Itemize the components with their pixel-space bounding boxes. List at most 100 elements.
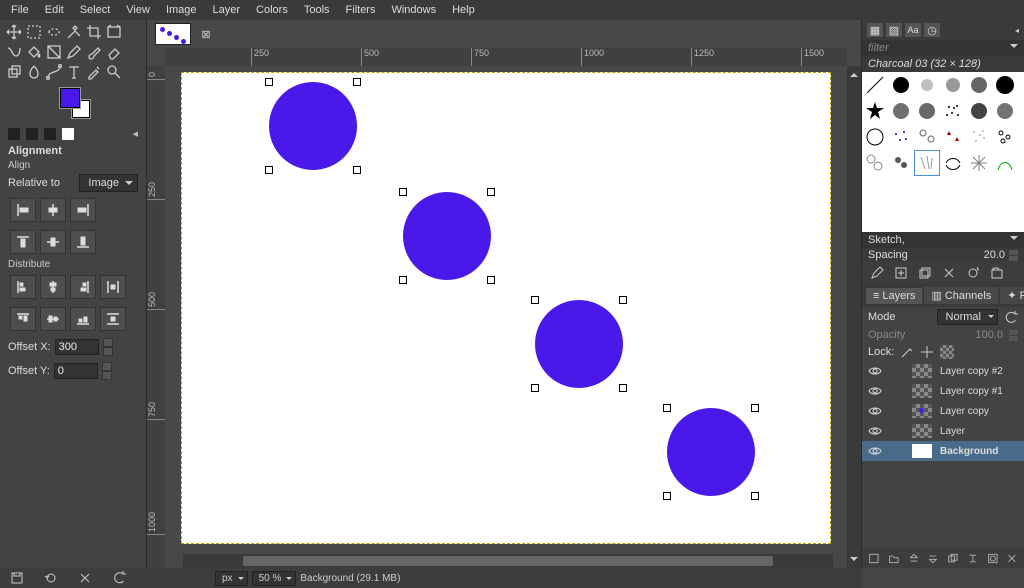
patterns-tab[interactable]: ▨	[886, 23, 902, 37]
selection-handle[interactable]	[265, 166, 273, 174]
selection-handle[interactable]	[531, 296, 539, 304]
picker-tool[interactable]	[86, 64, 102, 80]
selection-handle[interactable]	[531, 384, 539, 392]
crop-tool[interactable]	[86, 24, 102, 40]
opacity-spinner[interactable]	[1009, 330, 1018, 341]
layer-row[interactable]: Layer copy	[862, 401, 1024, 421]
menu-filters[interactable]: Filters	[339, 2, 383, 18]
clone-tool[interactable]	[6, 64, 22, 80]
selection-handle[interactable]	[487, 276, 495, 284]
layers-tab[interactable]: ≡Layers	[866, 288, 922, 304]
selection-handle[interactable]	[353, 166, 361, 174]
offset-x-spinner[interactable]	[103, 338, 113, 356]
mask-layer-icon[interactable]	[987, 552, 999, 565]
dist-top-button[interactable]	[10, 307, 36, 331]
zoom-dropdown[interactable]: 50 %	[252, 571, 297, 586]
new-brush-icon[interactable]	[894, 266, 908, 280]
layer-row[interactable]: Background	[862, 441, 1024, 461]
options-menu-icon[interactable]: ◂	[132, 127, 138, 140]
visibility-icon[interactable]	[868, 444, 882, 458]
offset-y-spinner[interactable]	[102, 362, 112, 380]
duplicate-layer-icon[interactable]	[947, 552, 959, 565]
layer-row[interactable]: Layer copy #2	[862, 361, 1024, 381]
visibility-icon[interactable]	[868, 384, 882, 398]
fg-color-swatch[interactable]	[60, 88, 80, 108]
rect-select-tool[interactable]	[26, 24, 42, 40]
brush-set-dropdown[interactable]: Sketch,	[862, 232, 1024, 248]
ruler-vertical[interactable]: 0 250 500 750 1000	[147, 66, 165, 568]
selection-handle[interactable]	[619, 384, 627, 392]
layer-row[interactable]: Layer	[862, 421, 1024, 441]
dist-hcenter-button[interactable]	[40, 275, 66, 299]
dist-right-button[interactable]	[70, 275, 96, 299]
lock-pixels-icon[interactable]	[900, 345, 914, 359]
fuzzy-select-tool[interactable]	[66, 24, 82, 40]
ruler-horizontal[interactable]: 250 500 750 1000 1250 1500	[165, 48, 847, 66]
dist-bottom-button[interactable]	[70, 307, 96, 331]
menu-select[interactable]: Select	[73, 2, 118, 18]
dist-hgap-button[interactable]	[100, 275, 126, 299]
free-select-tool[interactable]	[46, 24, 62, 40]
lower-layer-icon[interactable]	[927, 552, 939, 565]
new-group-icon[interactable]	[888, 552, 900, 565]
offset-x-input[interactable]	[55, 339, 99, 355]
selection-handle[interactable]	[751, 404, 759, 412]
text-tool[interactable]	[66, 64, 82, 80]
zoom-tool[interactable]	[106, 64, 122, 80]
layer-row[interactable]: Layer copy #1	[862, 381, 1024, 401]
selection-handle[interactable]	[265, 78, 273, 86]
menu-file[interactable]: File	[4, 2, 36, 18]
document-tab[interactable]	[155, 23, 191, 45]
dist-vgap-button[interactable]	[100, 307, 126, 331]
fonts-tab[interactable]: Aa	[905, 23, 921, 37]
smudge-tool[interactable]	[26, 64, 42, 80]
restore-options-icon[interactable]	[44, 571, 58, 585]
align-top-button[interactable]	[10, 230, 36, 254]
opt-tab-2[interactable]	[26, 128, 38, 140]
selection-handle[interactable]	[487, 188, 495, 196]
lock-position-icon[interactable]	[920, 345, 934, 359]
transform-tool[interactable]	[106, 24, 122, 40]
spacing-spinner[interactable]	[1009, 250, 1018, 261]
align-bottom-button[interactable]	[70, 230, 96, 254]
delete-options-icon[interactable]	[78, 571, 92, 585]
selection-handle[interactable]	[663, 404, 671, 412]
lock-alpha-icon[interactable]	[940, 345, 954, 359]
menu-help[interactable]: Help	[445, 2, 482, 18]
offset-y-input[interactable]	[54, 363, 98, 379]
refresh-brush-icon[interactable]	[966, 266, 980, 280]
mode-reset-icon[interactable]	[1004, 310, 1018, 324]
raise-layer-icon[interactable]	[908, 552, 920, 565]
dist-vcenter-button[interactable]	[40, 307, 66, 331]
dist-left-button[interactable]	[10, 275, 36, 299]
opt-tab-4[interactable]	[62, 128, 74, 140]
new-layer-icon[interactable]	[868, 552, 880, 565]
visibility-icon[interactable]	[868, 424, 882, 438]
opt-tab-3[interactable]	[44, 128, 56, 140]
menu-tools[interactable]: Tools	[297, 2, 337, 18]
delete-layer-icon[interactable]	[1006, 552, 1018, 565]
menu-image[interactable]: Image	[159, 2, 204, 18]
duplicate-brush-icon[interactable]	[918, 266, 932, 280]
brush-filter-input[interactable]: filter	[862, 40, 1024, 56]
opt-tab-1[interactable]	[8, 128, 20, 140]
selection-handle[interactable]	[353, 78, 361, 86]
menu-edit[interactable]: Edit	[38, 2, 71, 18]
brush-tool[interactable]	[86, 44, 102, 60]
spacing-value[interactable]: 20.0	[984, 249, 1005, 261]
path-tool[interactable]	[46, 64, 62, 80]
merge-layer-icon[interactable]	[967, 552, 979, 565]
save-options-icon[interactable]	[10, 571, 24, 585]
selection-handle[interactable]	[399, 188, 407, 196]
gradient-tool[interactable]	[46, 44, 62, 60]
selected-brush[interactable]	[914, 150, 940, 176]
pencil-tool[interactable]	[66, 44, 82, 60]
brush-grid[interactable]	[862, 72, 1024, 232]
selection-handle[interactable]	[619, 296, 627, 304]
align-hcenter-button[interactable]	[40, 198, 66, 222]
reset-options-icon[interactable]	[112, 571, 126, 585]
delete-brush-icon[interactable]	[942, 266, 956, 280]
bucket-tool[interactable]	[26, 44, 42, 60]
move-tool[interactable]	[6, 24, 22, 40]
eraser-tool[interactable]	[106, 44, 122, 60]
